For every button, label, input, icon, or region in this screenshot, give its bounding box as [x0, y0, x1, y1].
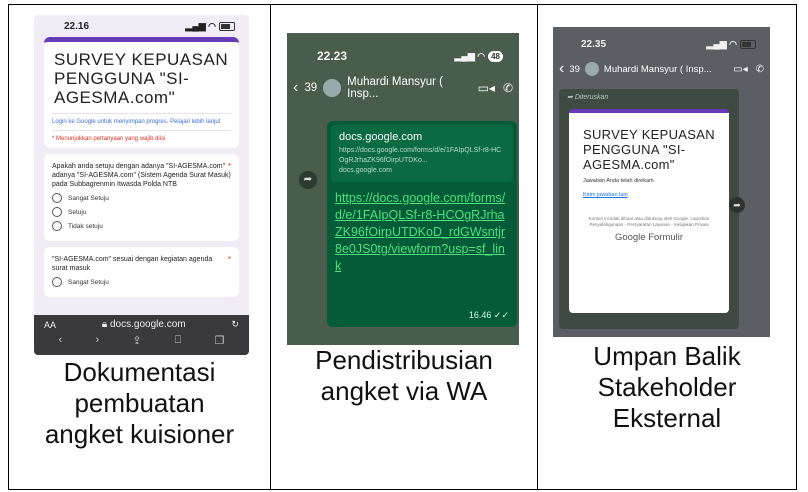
login-link[interactable]: Login ke Google untuk menyimpan progres.…: [52, 113, 231, 126]
radio-icon[interactable]: [52, 207, 62, 217]
response-note: Jawaban Anda telah direkam.: [583, 178, 656, 184]
google-forms-logo: Google Formulir: [614, 232, 684, 243]
tabs-icon[interactable]: ❐: [215, 334, 225, 347]
forward-share-icon[interactable]: ➦: [729, 197, 745, 213]
status-time: 22.23: [317, 49, 348, 63]
url-row[interactable]: AA 🔒︎ docs.google.com ↻: [34, 315, 249, 334]
form-header-card: SURVEY KEPUASAN PENGGUNA "SI-AGESMA.com"…: [44, 37, 239, 148]
status-bar: 22.23 ▂▄▆ ◠ 48: [287, 33, 519, 69]
browser-bar: AA 🔒︎ docs.google.com ↻ ‹ › ⇪ ⎕ ❐: [34, 315, 249, 355]
status-bar: 22.16 ▂▄▆ ◠: [34, 15, 249, 37]
reload-icon[interactable]: ↻: [231, 319, 239, 330]
required-note: * Menunjukkan pertanyaan yang wajib diis…: [52, 130, 231, 142]
caption: Pendistribusian angket via WA: [315, 345, 493, 406]
option-sangat-setuju[interactable]: Sangat Setuju: [52, 193, 231, 203]
question-1-text: * Apakah anda setuju dengan adanya "SI-AG…: [52, 162, 231, 188]
form-title: SURVEY KEPUASAN PENGGUNA "SI-AGESMA.com": [54, 50, 229, 107]
message-time: 16.46 ✓✓: [468, 310, 509, 320]
double-check-icon: ✓✓: [493, 310, 509, 320]
unread-count[interactable]: 39: [304, 82, 317, 94]
video-call-icon[interactable]: ▭◂: [733, 64, 747, 75]
chat-header: ‹ 39 Muhardi Mansyur ( Insp... ▭◂ ✆: [553, 55, 770, 83]
caption: Umpan Balik Stakeholder Eksternal: [593, 341, 741, 433]
forwarded-label: ➦ Diteruskan: [567, 94, 609, 101]
panel-whatsapp-distribution: 22.23 ▂▄▆ ◠ 48 ‹ 39 Muhardi Mansyur ( In…: [270, 4, 538, 490]
footer-note: Konten ini tidak dibuat atau didukung ol…: [588, 216, 710, 227]
phone-icon[interactable]: ✆: [503, 81, 513, 95]
message-bubble: docs.google.com https://docs.google.com/…: [327, 121, 517, 327]
signal-wifi-battery-icon: ▂▄▆ ◠: [706, 39, 756, 50]
bookmarks-icon[interactable]: ⎕: [175, 334, 182, 347]
screenshot-whatsapp-forwarded-form: 22.35 ▂▄▆ ◠ ‹ 39 Muhardi Mansyur ( Insp.…: [553, 27, 770, 337]
unread-count[interactable]: 39: [569, 64, 580, 75]
chat-header: ‹ 39 Muhardi Mansyur ( Insp... ▭◂ ✆: [287, 69, 519, 107]
contact-name[interactable]: Muhardi Mansyur ( Insp...: [604, 64, 712, 75]
back-icon[interactable]: ‹: [59, 334, 63, 347]
signal-wifi-battery-icon: ▂▄▆ ◠ 48: [455, 50, 503, 62]
contact-name[interactable]: Muhardi Mansyur ( Insp...: [347, 76, 471, 100]
required-star: *: [227, 162, 231, 171]
preview-url: https://docs.google.com/forms/d/e/1FAIpQ…: [339, 147, 502, 164]
preview-title: docs.google.com: [339, 131, 423, 143]
status-bar: 22.35 ▂▄▆ ◠: [553, 27, 770, 55]
share-icon[interactable]: ⇪: [132, 334, 141, 347]
back-chevron-icon[interactable]: ‹: [293, 79, 298, 97]
phone-icon[interactable]: ✆: [756, 64, 764, 75]
caption: Dokumentasi pembuatan angket kuisioner: [44, 357, 235, 449]
form-response-card: SURVEY KEPUASAN PENGGUNA "SI-AGESMA.com"…: [569, 109, 729, 313]
question-card-1: * Apakah anda setuju dengan adanya "SI-AG…: [44, 154, 239, 241]
form-title: SURVEY KEPUASAN PENGGUNA "SI-AGESMA.com": [583, 127, 715, 172]
form-link[interactable]: https://docs.google.com/forms/d/e/1FAIpQ…: [327, 186, 517, 279]
signal-wifi-battery-icon: ▂▄▆ ◠: [185, 21, 235, 32]
screenshot-google-form: 22.16 ▂▄▆ ◠ SURVEY KEPUASAN PENGGUNA "SI…: [34, 15, 249, 355]
documentation-table: 22.16 ▂▄▆ ◠ SURVEY KEPUASAN PENGGUNA "SI…: [8, 4, 797, 490]
question-2-text: * "SI-AGESMA.com" sesuai dengan kegiatan …: [52, 255, 231, 272]
question-card-2: * "SI-AGESMA.com" sesuai dengan kegiatan …: [44, 247, 239, 297]
forward-share-icon[interactable]: ➦: [299, 171, 317, 189]
option-tidak-setuju[interactable]: Tidak setuju: [52, 221, 231, 231]
avatar[interactable]: [584, 62, 599, 76]
status-time: 22.35: [581, 38, 607, 50]
option-sangat-setuju-2[interactable]: Sangat Setuju: [52, 277, 231, 287]
link-preview[interactable]: docs.google.com https://docs.google.com/…: [331, 125, 513, 182]
screenshot-whatsapp: 22.23 ▂▄▆ ◠ 48 ‹ 39 Muhardi Mansyur ( In…: [287, 33, 519, 345]
text-size-button[interactable]: AA: [44, 320, 56, 330]
back-chevron-icon[interactable]: ‹: [559, 60, 564, 78]
forward-icon[interactable]: ›: [95, 334, 99, 347]
lock-icon: 🔒︎: [101, 319, 110, 330]
radio-icon[interactable]: [52, 277, 62, 287]
panel-form-creation: 22.16 ▂▄▆ ◠ SURVEY KEPUASAN PENGGUNA "SI…: [8, 4, 271, 490]
video-call-icon[interactable]: ▭◂: [478, 81, 495, 95]
required-star: *: [227, 255, 231, 264]
forwarded-message: ➦ Diteruskan SURVEY KEPUASAN PENGGUNA "S…: [559, 89, 739, 329]
browser-nav: ‹ › ⇪ ⎕ ❐: [34, 334, 249, 347]
submit-another-link[interactable]: Kirim jawaban lain: [583, 192, 715, 198]
radio-icon[interactable]: [52, 221, 62, 231]
preview-domain: docs.google.com: [339, 167, 392, 174]
panel-stakeholder-feedback: 22.35 ▂▄▆ ◠ ‹ 39 Muhardi Mansyur ( Insp.…: [537, 4, 797, 490]
status-time: 22.16: [64, 20, 90, 32]
avatar[interactable]: [323, 79, 342, 97]
option-setuju[interactable]: Setuju: [52, 207, 231, 217]
url-display[interactable]: 🔒︎ docs.google.com: [102, 319, 186, 330]
radio-icon[interactable]: [52, 193, 62, 203]
